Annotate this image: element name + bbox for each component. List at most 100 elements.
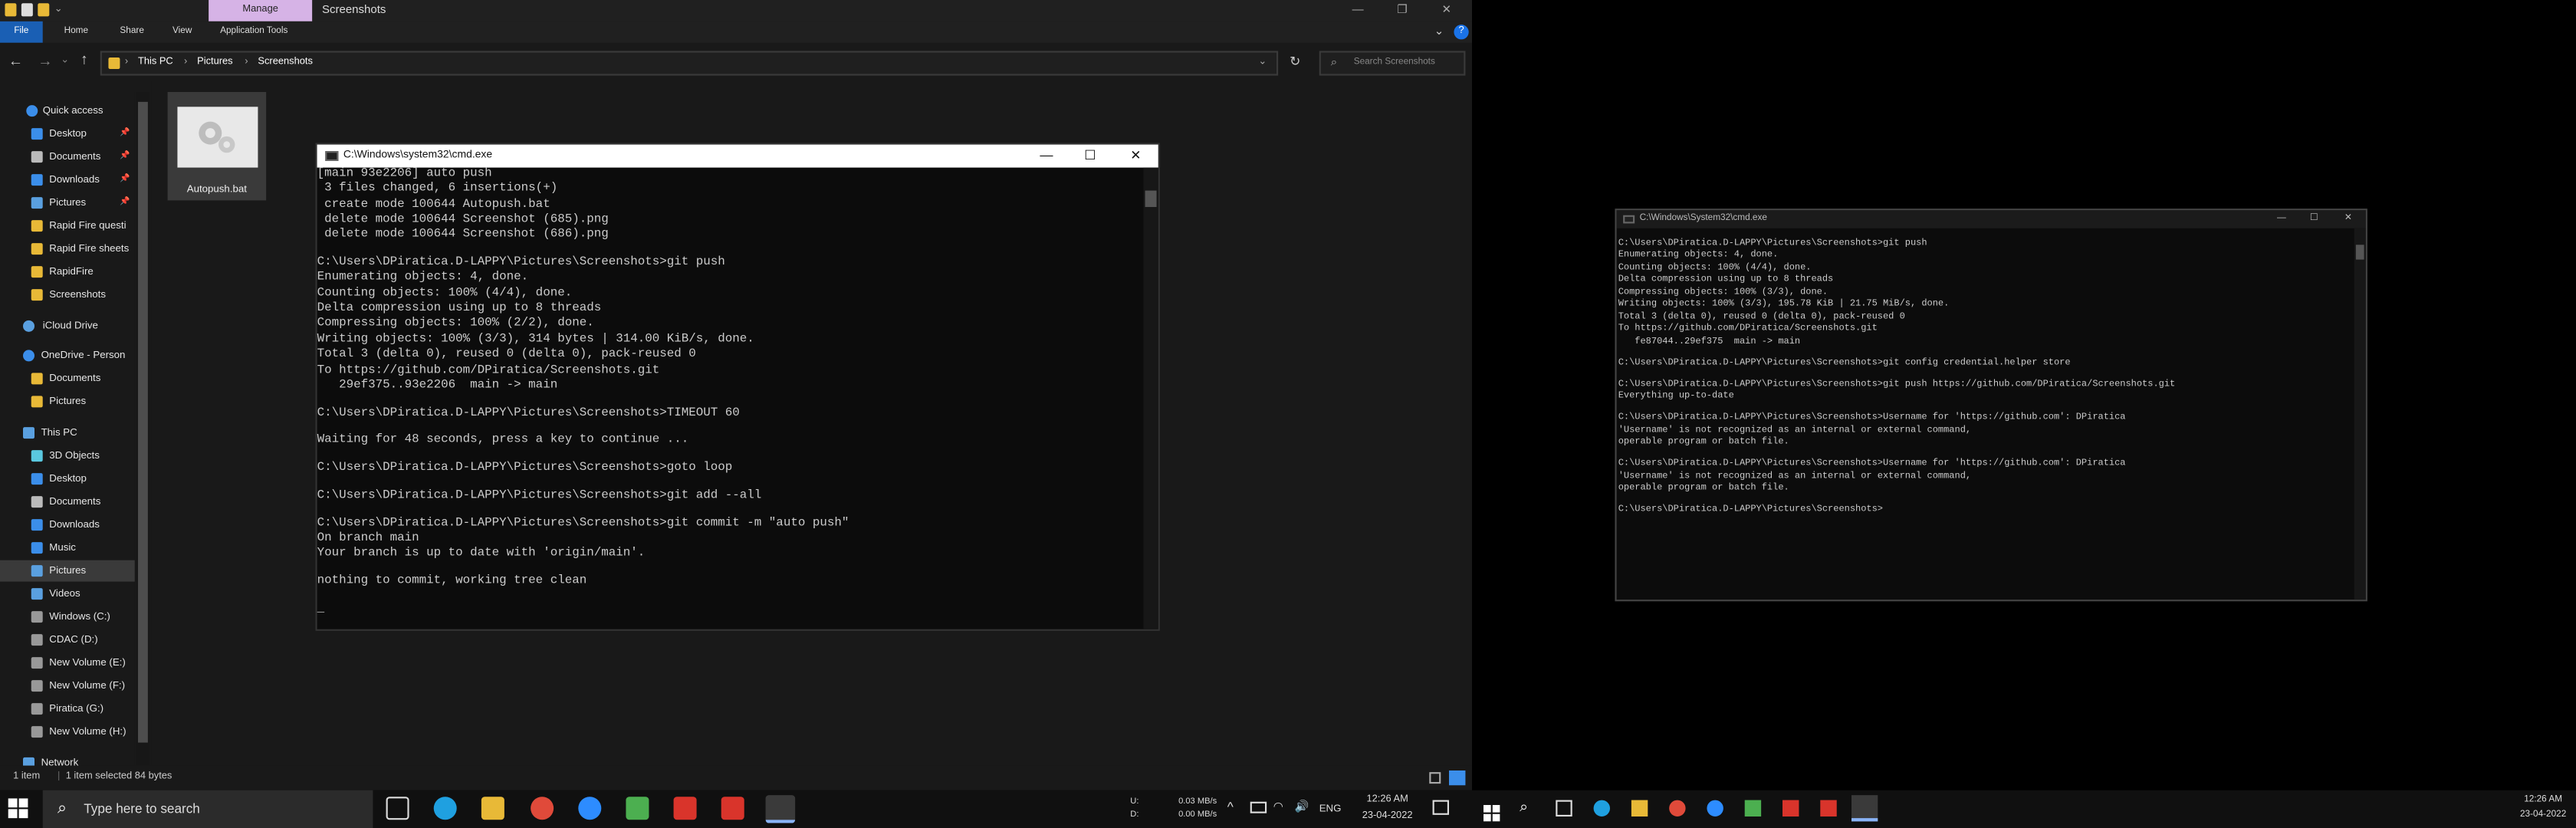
wifi-icon[interactable]: ◠	[1273, 800, 1283, 813]
anydesk-icon[interactable]	[1820, 800, 1837, 816]
clock-date[interactable]: 23-04-2022	[1350, 812, 1424, 822]
maximize-button[interactable]: ☐	[2310, 210, 2318, 228]
search-input[interactable]: ⌕ Search Screenshots	[1319, 51, 1466, 76]
taskbar-search-box[interactable]: ⌕ Type here to search	[42, 790, 373, 828]
nav-drive-h[interactable]: New Volume (H:)	[0, 721, 135, 743]
recent-locations-icon[interactable]: ⌄	[61, 54, 69, 66]
collapse-ribbon-icon[interactable]: ⌄	[1434, 25, 1444, 38]
language-indicator[interactable]: ENG	[1319, 803, 1342, 815]
nav-pc-downloads[interactable]: Downloads	[0, 514, 135, 536]
nav-scrollbar-thumb[interactable]	[138, 101, 148, 743]
minimize-button[interactable]: —	[1336, 0, 1380, 21]
chevron-up-icon[interactable]: ^	[1227, 800, 1234, 815]
address-bar[interactable]: › This PC › Pictures › Screenshots ⌄	[100, 51, 1279, 76]
maximize-button[interactable]: ❐	[1380, 0, 1424, 21]
nav-folder-screenshots[interactable]: Screenshots	[0, 284, 135, 306]
cmd-output[interactable]: [main 93e2206] auto push 3 files changed…	[317, 168, 1144, 629]
cmd-output[interactable]: C:\Users\DPiratica.D-LAPPY\Pictures\Scre…	[1617, 228, 2351, 600]
file-explorer-icon[interactable]	[1631, 800, 1648, 816]
clock-date[interactable]: 23-04-2022	[2510, 810, 2576, 820]
tab-view[interactable]: View	[164, 21, 200, 43]
chevron-down-icon[interactable]: ⌄	[1258, 53, 1267, 74]
task-view-icon[interactable]	[1556, 800, 1572, 816]
anydesk-icon[interactable]	[721, 797, 744, 820]
nav-onedrive-documents[interactable]: Documents	[0, 368, 135, 389]
nav-downloads[interactable]: Downloads 📌	[0, 169, 135, 191]
nav-drive-c[interactable]: Windows (C:)	[0, 606, 135, 628]
nav-drive-d[interactable]: CDAC (D:)	[0, 629, 135, 651]
breadcrumb-screenshots[interactable]: Screenshots	[258, 53, 312, 74]
nav-icloud-drive[interactable]: iCloud Drive	[0, 315, 135, 337]
nav-quick-access[interactable]: Quick access	[0, 100, 135, 122]
zoom-icon[interactable]	[1707, 800, 1723, 816]
windows-start-icon[interactable]	[1483, 800, 1500, 822]
chevron-right-icon[interactable]: ›	[184, 53, 187, 74]
tab-application-tools[interactable]: Application Tools	[212, 21, 296, 43]
help-icon[interactable]: ?	[1454, 25, 1469, 40]
edge-icon[interactable]	[1593, 800, 1610, 816]
pin-icon[interactable]: 📌	[120, 192, 130, 214]
app-icon[interactable]	[626, 797, 649, 820]
cmd-scrollbar-thumb[interactable]	[2355, 245, 2364, 260]
close-button[interactable]: ✕	[2344, 210, 2352, 228]
breadcrumb-this-pc[interactable]: This PC	[138, 53, 173, 74]
chevron-right-icon[interactable]: ›	[125, 53, 128, 74]
breadcrumb-pictures[interactable]: Pictures	[197, 53, 232, 74]
nav-pc-documents[interactable]: Documents	[0, 491, 135, 513]
nav-music[interactable]: Music	[0, 537, 135, 559]
nav-onedrive-pictures[interactable]: Pictures	[0, 391, 135, 412]
cmd-taskbar-icon[interactable]	[765, 795, 796, 823]
customize-qat-icon[interactable]: ⌄	[54, 3, 63, 16]
nav-folder-rapid-fire-sheets[interactable]: Rapid Fire sheets	[0, 238, 135, 260]
details-view-icon[interactable]	[1429, 772, 1441, 784]
tab-share[interactable]: Share	[112, 21, 153, 43]
close-button[interactable]: ✕	[1130, 145, 1141, 168]
tab-home[interactable]: Home	[56, 21, 97, 43]
large-icons-view-icon[interactable]	[1449, 770, 1466, 786]
minimize-button[interactable]: —	[1040, 145, 1053, 168]
minimize-button[interactable]: —	[2277, 210, 2286, 228]
edge-icon[interactable]	[433, 797, 457, 820]
chrome-icon[interactable]	[531, 797, 554, 820]
nav-videos[interactable]: Videos	[0, 583, 135, 605]
cmd-scrollbar[interactable]	[1143, 167, 1158, 629]
tab-manage[interactable]: Manage	[209, 0, 313, 21]
windows-start-icon[interactable]	[7, 797, 30, 820]
back-arrow-icon[interactable]: ←	[8, 53, 23, 69]
search-icon[interactable]: ⌕	[1520, 798, 1528, 816]
nav-3d-objects[interactable]: 3D Objects	[0, 445, 135, 467]
anydesk-icon[interactable]	[1783, 800, 1799, 816]
nav-folder-rapidfire[interactable]: RapidFire	[0, 261, 135, 283]
task-view-icon[interactable]	[386, 797, 409, 820]
cmd-scrollbar-thumb[interactable]	[1145, 190, 1157, 207]
notifications-icon[interactable]	[1432, 800, 1449, 815]
maximize-button[interactable]: ☐	[1084, 145, 1096, 168]
properties-icon[interactable]	[21, 3, 33, 17]
battery-icon[interactable]	[1250, 801, 1267, 813]
anydesk-icon[interactable]	[673, 797, 697, 820]
nav-documents[interactable]: Documents 📌	[0, 146, 135, 168]
app-icon[interactable]	[1744, 800, 1762, 816]
nav-onedrive[interactable]: OneDrive - Person	[0, 345, 135, 366]
volume-icon[interactable]: 🔊	[1295, 800, 1309, 813]
clock-time[interactable]: 12:26 AM	[2510, 795, 2576, 805]
nav-drive-e[interactable]: New Volume (E:)	[0, 652, 135, 674]
nav-desktop[interactable]: Desktop 📌	[0, 123, 135, 145]
nav-drive-f[interactable]: New Volume (F:)	[0, 675, 135, 697]
up-arrow-icon[interactable]: ↑	[80, 51, 88, 67]
close-button[interactable]: ✕	[1424, 0, 1469, 21]
nav-this-pc[interactable]: This PC	[0, 422, 135, 444]
chevron-right-icon[interactable]: ›	[245, 53, 248, 74]
refresh-icon[interactable]: ↻	[1290, 54, 1300, 69]
pin-icon[interactable]: 📌	[120, 146, 130, 168]
chrome-icon[interactable]	[1669, 800, 1686, 816]
cmd-taskbar-icon[interactable]	[1852, 795, 1878, 822]
nav-drive-g[interactable]: Piratica (G:)	[0, 698, 135, 720]
forward-arrow-icon[interactable]: →	[38, 53, 52, 69]
clock-time[interactable]: 12:26 AM	[1350, 795, 1424, 805]
nav-folder-rapid-fire-questions[interactable]: Rapid Fire questi	[0, 215, 135, 237]
file-explorer-icon[interactable]	[481, 797, 504, 820]
cmd-scrollbar[interactable]	[2354, 228, 2366, 600]
new-folder-icon[interactable]	[38, 3, 50, 17]
zoom-icon[interactable]	[578, 797, 602, 820]
